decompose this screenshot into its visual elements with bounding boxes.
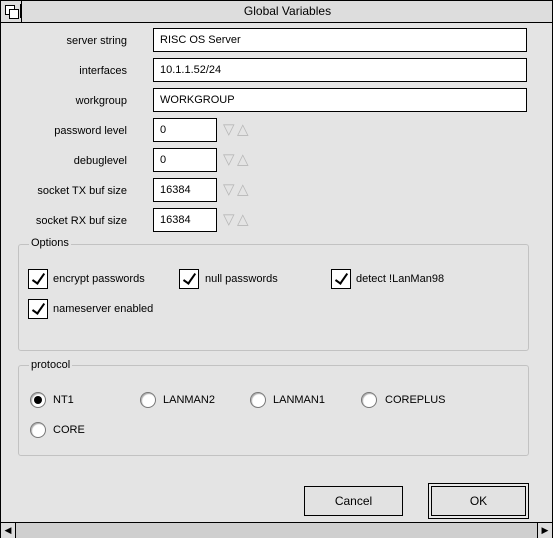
interfaces-field[interactable]: 10.1.1.52/24 — [153, 58, 527, 82]
scroll-right-icon[interactable]: ▶ — [537, 523, 552, 538]
socket-tx-stepper: ▽ △ — [223, 182, 251, 198]
password-level-label: password level — [54, 125, 127, 137]
lanman1-radio[interactable] — [250, 392, 266, 408]
horizontal-scrollbar[interactable]: ◀ ▶ — [1, 522, 552, 538]
lanman2-radio[interactable] — [140, 392, 156, 408]
encrypt-passwords-checkbox[interactable] — [28, 269, 48, 289]
workgroup-field[interactable]: WORKGROUP — [153, 88, 527, 112]
debuglevel-label: debuglevel — [73, 155, 127, 167]
window-title: Global Variables — [243, 4, 332, 18]
detect-lanman98-label: detect !LanMan98 — [356, 273, 445, 285]
decrement-arrow-icon[interactable]: ▽ — [223, 182, 235, 198]
null-passwords-checkbox[interactable] — [179, 269, 199, 289]
options-group-label: Options — [29, 237, 71, 249]
nameserver-enabled-label: nameserver enabled — [53, 303, 154, 315]
protocol-group-label: protocol — [29, 359, 73, 371]
detect-lanman98-checkbox[interactable] — [331, 269, 351, 289]
increment-arrow-icon[interactable]: △ — [237, 212, 249, 228]
workgroup-label: workgroup — [75, 95, 127, 107]
server-string-label: server string — [66, 35, 127, 47]
lanman2-label: LANMAN2 — [163, 394, 215, 406]
increment-arrow-icon[interactable]: △ — [237, 152, 249, 168]
nameserver-enabled-checkbox[interactable] — [28, 299, 48, 319]
increment-arrow-icon[interactable]: △ — [237, 122, 249, 138]
null-passwords-label: null passwords — [205, 273, 278, 285]
socket-rx-field[interactable]: 16384 — [153, 208, 217, 232]
nt1-label: NT1 — [53, 394, 74, 406]
password-level-stepper: ▽ △ — [223, 122, 251, 138]
password-level-field[interactable]: 0 — [153, 118, 217, 142]
interfaces-label: interfaces — [79, 65, 127, 77]
ok-button[interactable]: OK — [429, 484, 528, 518]
back-icon[interactable] — [4, 4, 21, 19]
nt1-radio[interactable] — [30, 392, 46, 408]
socket-rx-label: socket RX buf size — [35, 215, 127, 227]
scroll-left-icon[interactable]: ◀ — [1, 523, 16, 538]
protocol-group — [18, 365, 529, 456]
lanman1-label: LANMAN1 — [273, 394, 325, 406]
global-variables-window: Global Variables server string RISC OS S… — [0, 0, 553, 538]
socket-tx-label: socket TX buf size — [37, 185, 127, 197]
encrypt-passwords-label: encrypt passwords — [53, 273, 145, 285]
socket-tx-field[interactable]: 16384 — [153, 178, 217, 202]
debuglevel-stepper: ▽ △ — [223, 152, 251, 168]
coreplus-label: COREPLUS — [385, 394, 446, 406]
decrement-arrow-icon[interactable]: ▽ — [223, 212, 235, 228]
core-label: CORE — [53, 424, 85, 436]
decrement-arrow-icon[interactable]: ▽ — [223, 122, 235, 138]
options-group — [18, 244, 529, 351]
increment-arrow-icon[interactable]: △ — [237, 182, 249, 198]
decrement-arrow-icon[interactable]: ▽ — [223, 152, 235, 168]
core-radio[interactable] — [30, 422, 46, 438]
server-string-field[interactable]: RISC OS Server — [153, 28, 527, 52]
cancel-button[interactable]: Cancel — [304, 486, 403, 516]
socket-rx-stepper: ▽ △ — [223, 212, 251, 228]
coreplus-radio[interactable] — [361, 392, 377, 408]
title-bar[interactable]: Global Variables — [1, 1, 552, 23]
debuglevel-field[interactable]: 0 — [153, 148, 217, 172]
